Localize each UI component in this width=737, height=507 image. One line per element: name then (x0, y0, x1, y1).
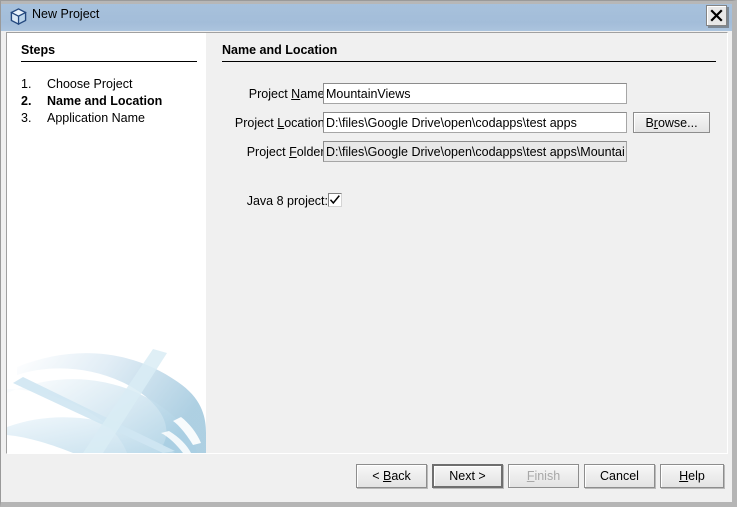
steps-divider (21, 61, 197, 62)
steps-heading: Steps (21, 43, 56, 57)
field-row-project-folder: Project Folder: (206, 141, 727, 163)
field-row-project-name: Project Name: (206, 83, 727, 105)
help-button[interactable]: Help (660, 464, 724, 488)
field-row-project-location: Project Location: Browse... (206, 112, 727, 134)
cancel-button[interactable]: Cancel (584, 464, 655, 488)
page-title-divider (222, 61, 716, 62)
project-folder-label: Project Folder: (246, 145, 328, 159)
new-project-dialog: New Project Steps 1. Choose Project 2. Nam… (0, 0, 737, 507)
browse-button[interactable]: Browse... (633, 112, 710, 133)
field-row-java8: Java 8 project: (206, 192, 727, 212)
close-icon (710, 9, 723, 22)
step-number: 1. (21, 77, 32, 91)
project-folder-input[interactable] (323, 141, 627, 162)
step-label: Application Name (47, 111, 145, 125)
next-button[interactable]: Next > (432, 464, 503, 488)
java8-label: Java 8 project: (246, 194, 328, 208)
java8-checkbox[interactable] (328, 193, 342, 207)
project-name-input[interactable] (323, 83, 627, 104)
project-cube-icon (10, 8, 27, 25)
project-name-label: Project Name: (248, 87, 328, 101)
checkmark-icon (329, 195, 340, 205)
close-button[interactable] (706, 5, 727, 26)
finish-button: Finish (508, 464, 579, 488)
step-label: Choose Project (47, 77, 133, 91)
dialog-titlebar: New Project (1, 1, 732, 31)
project-location-label: Project Location: (234, 116, 328, 130)
step-number: 2. (21, 94, 32, 108)
dialog-title: New Project (32, 7, 100, 21)
decorative-swoosh-graphic (7, 349, 206, 453)
dialog-content: Steps 1. Choose Project 2. Name and Locati… (6, 32, 728, 454)
step-number: 3. (21, 111, 32, 125)
back-button[interactable]: < Back (356, 464, 427, 488)
page-title: Name and Location (222, 43, 338, 57)
project-location-input[interactable] (323, 112, 627, 133)
dialog-footer: < Back Next > Finish Cancel Help (6, 454, 728, 498)
form-pane: Name and Location Project Name: Project … (206, 33, 727, 453)
